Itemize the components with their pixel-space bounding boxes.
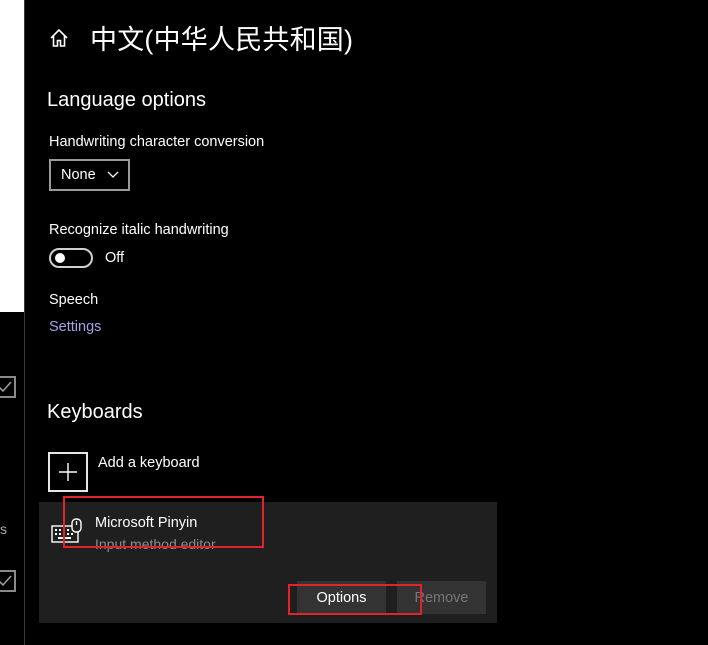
keyboards-heading: Keyboards — [47, 401, 143, 423]
settings-window: s 中文(中华人民共和国) Language options Handwriti… — [0, 0, 708, 645]
background-window-dark-strip — [0, 312, 24, 645]
italic-handwriting-toggle[interactable] — [49, 248, 93, 268]
plus-icon — [48, 452, 88, 492]
add-keyboard-button[interactable]: Add a keyboard — [48, 452, 200, 492]
speech-label: Speech — [49, 292, 99, 308]
language-options-heading: Language options — [47, 89, 207, 111]
checkbox-icon[interactable] — [0, 376, 16, 398]
background-window-strip — [0, 0, 24, 312]
chevron-down-icon — [107, 171, 119, 178]
highlight-box-keyboard — [63, 496, 264, 548]
italic-handwriting-label: Recognize italic handwriting — [49, 222, 229, 238]
partial-label: s — [0, 521, 7, 537]
pane-divider — [24, 0, 25, 645]
home-icon[interactable] — [48, 27, 70, 49]
highlight-box-options — [288, 584, 422, 615]
dropdown-value: None — [61, 167, 96, 183]
speech-settings-link[interactable]: Settings — [49, 319, 101, 335]
handwriting-conversion-label: Handwriting character conversion — [49, 134, 265, 150]
page-title: 中文(中华人民共和国) — [90, 25, 354, 55]
handwriting-conversion-dropdown[interactable]: None — [49, 159, 130, 191]
toggle-knob — [55, 253, 65, 263]
add-keyboard-label: Add a keyboard — [98, 455, 200, 471]
toggle-state-label: Off — [105, 250, 125, 266]
checkbox-icon[interactable] — [0, 570, 16, 592]
page-header: 中文(中华人民共和国) — [48, 18, 353, 57]
italic-handwriting-toggle-row: Off — [49, 248, 124, 268]
